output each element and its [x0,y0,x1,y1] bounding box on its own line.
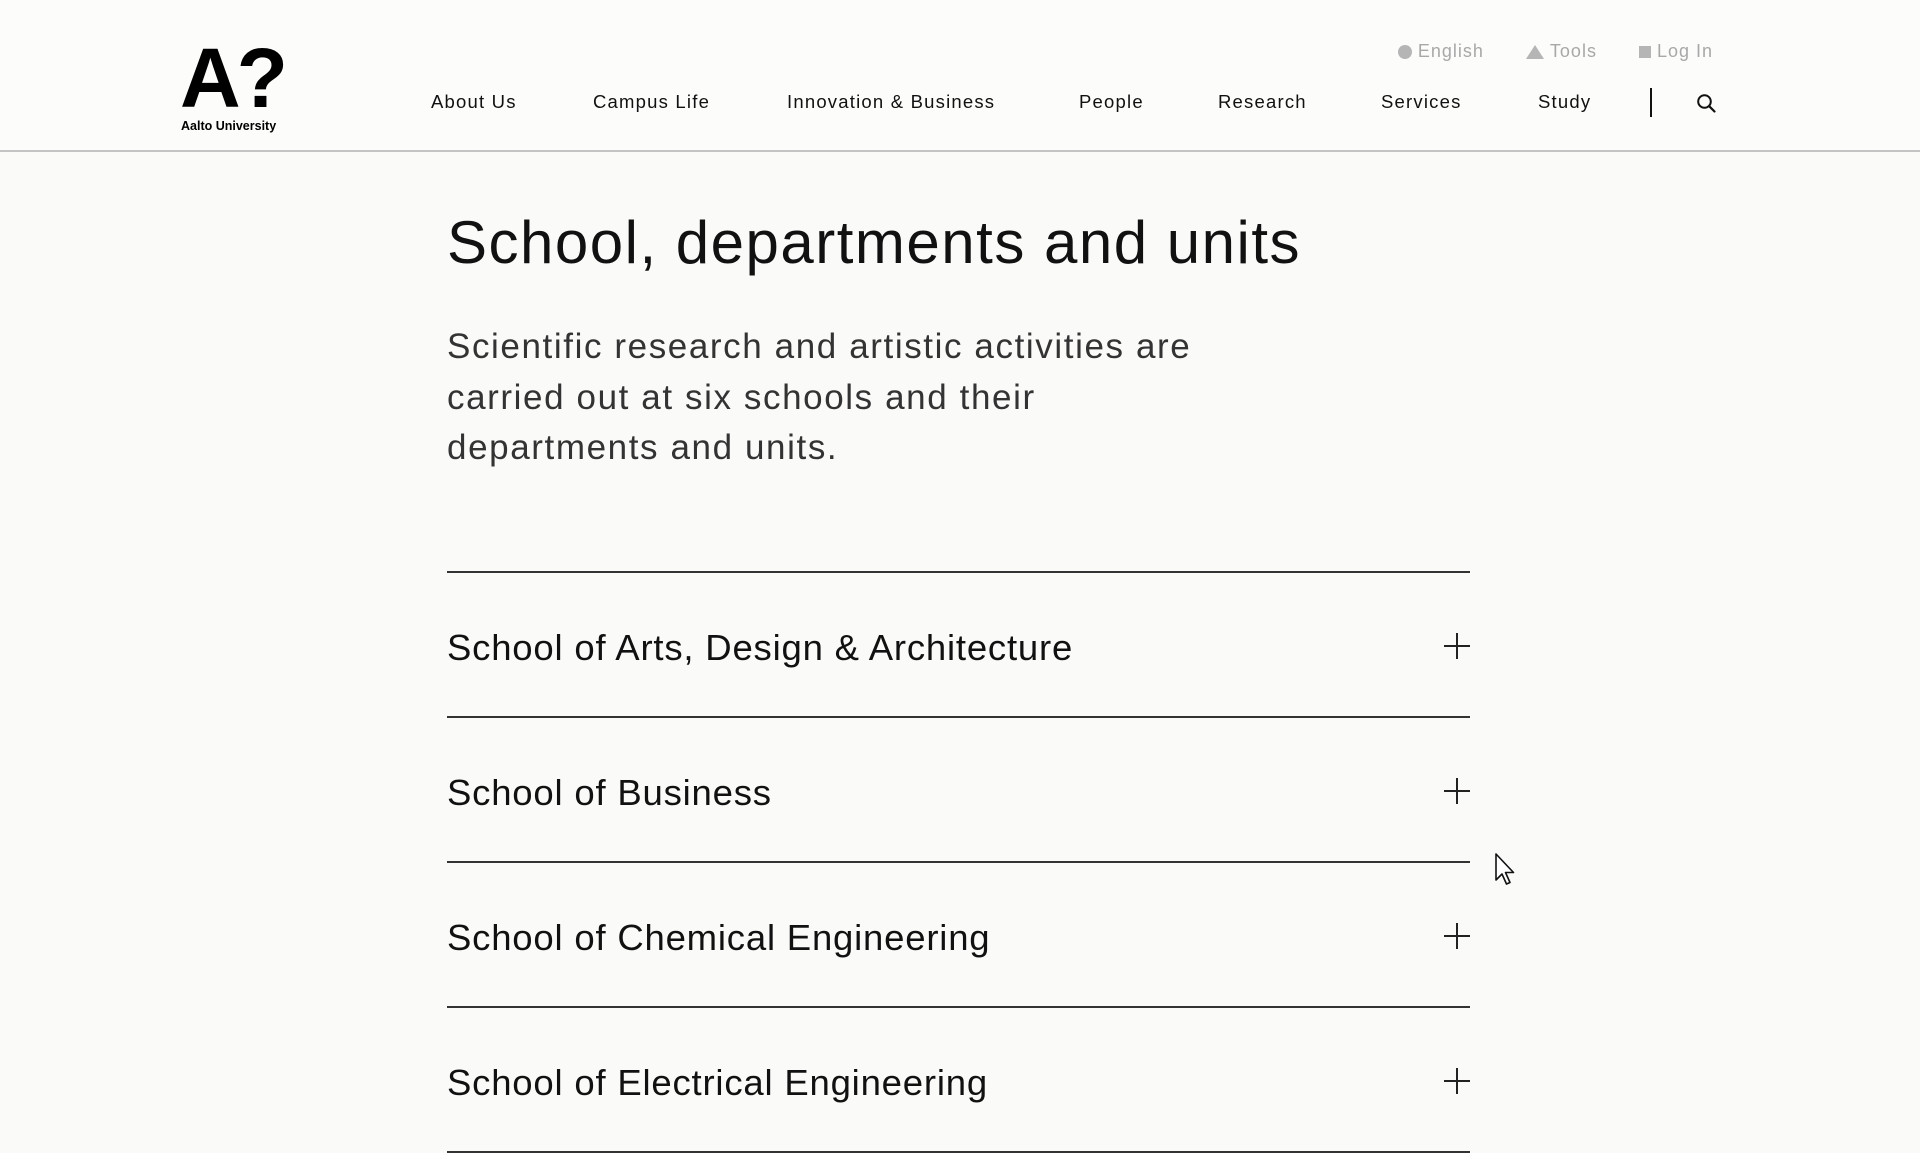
accordion-label: School of Arts, Design & Architecture [447,627,1074,668]
nav-research[interactable]: Research [1218,91,1307,113]
schools-accordion: School of Arts, Design & Architecture Sc… [447,571,1470,1153]
accordion-label: School of Business [447,772,772,813]
login-link[interactable]: Log In [1638,41,1713,62]
plus-icon[interactable] [1444,633,1470,659]
intro-text: Scientific research and artistic activit… [447,327,1192,467]
page-title: School, departments and units [447,209,1301,276]
triangle-icon [1525,44,1544,59]
utility-nav: English Tools Log In [1397,41,1713,62]
accordion-item-chemical-engineering[interactable]: School of Chemical Engineering [447,863,1470,1008]
login-label: Log In [1656,41,1713,61]
accordion-item-electrical-engineering[interactable]: School of Electrical Engineering [447,1008,1470,1153]
accordion-label: School of Chemical Engineering [447,917,991,958]
logo-mark: A? [180,31,288,125]
globe-icon [1397,44,1412,59]
language-label: English [1417,41,1484,61]
nav-divider [1650,88,1652,117]
tools-label: Tools [1549,41,1597,61]
search-icon[interactable] [1696,93,1716,113]
nav-study[interactable]: Study [1538,91,1591,113]
logo-text: Aalto University [181,119,277,133]
plus-icon[interactable] [1444,778,1470,804]
nav-about-us[interactable]: About Us [431,91,517,113]
nav-campus-life[interactable]: Campus Life [593,91,710,113]
tools-link[interactable]: Tools [1525,41,1597,62]
nav-innovation-business[interactable]: Innovation & Business [787,91,995,113]
plus-icon[interactable] [1444,1068,1470,1094]
aalto-logo[interactable]: A? Aalto University [180,31,296,138]
accordion-item-business[interactable]: School of Business [447,718,1470,863]
site-header: A? Aalto University English Tools Log In… [0,0,1920,152]
nav-services[interactable]: Services [1381,91,1462,113]
nav-people[interactable]: People [1079,91,1144,113]
accordion-label: School of Electrical Engineering [447,1062,988,1103]
mouse-cursor-icon [1495,853,1515,885]
language-link[interactable]: English [1397,41,1484,62]
square-icon [1638,45,1651,58]
accordion-item-arts-design-architecture[interactable]: School of Arts, Design & Architecture [447,573,1470,718]
plus-icon[interactable] [1444,923,1470,949]
